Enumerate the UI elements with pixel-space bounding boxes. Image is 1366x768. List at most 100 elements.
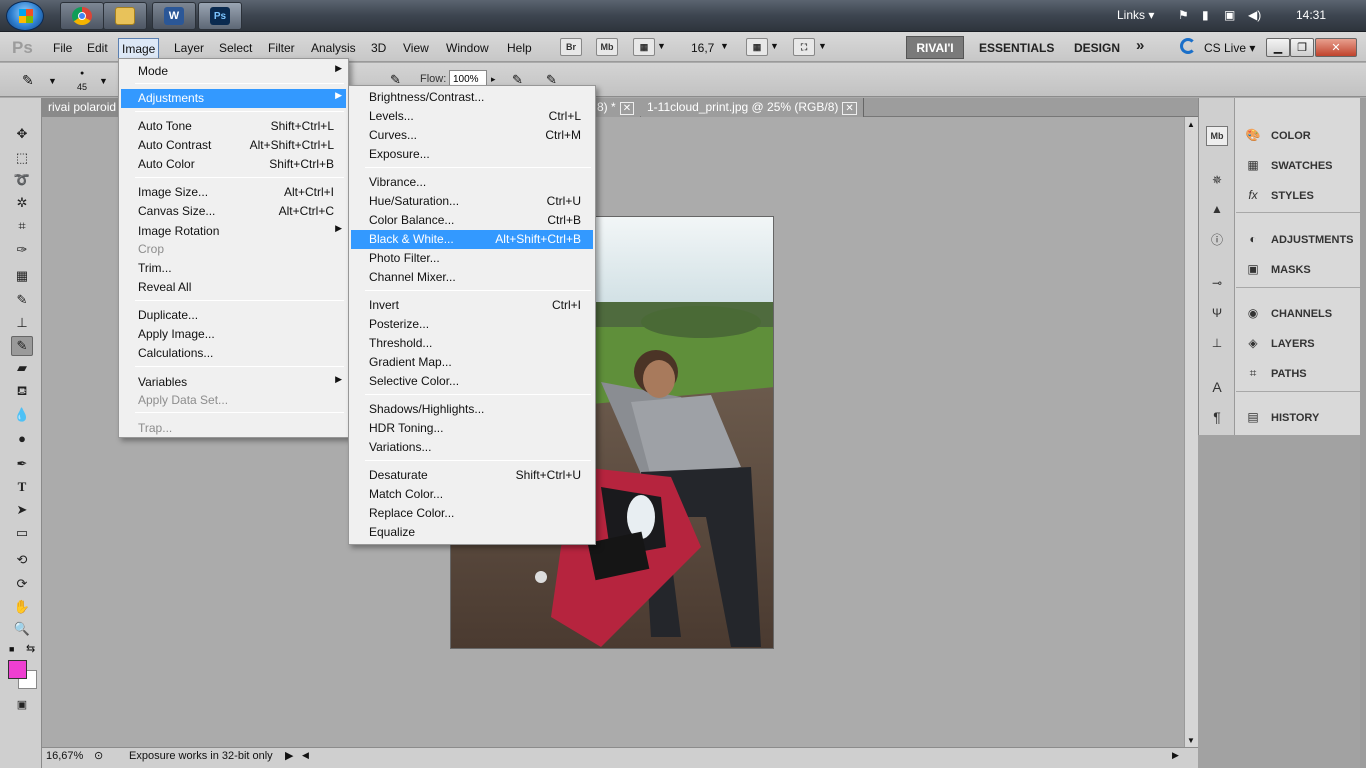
menu-item-auto-contrast[interactable]: Auto Contrast Alt+Shift+Ctrl+L: [121, 136, 346, 155]
swatches-panel-icon[interactable]: ▦: [1244, 157, 1262, 173]
zoom-level[interactable]: 16,7: [691, 41, 714, 55]
menu-3d[interactable]: 3D: [369, 41, 388, 55]
extras-button[interactable]: ▦: [633, 38, 655, 56]
styles-panel-icon[interactable]: fx: [1244, 187, 1262, 203]
clone-source-icon[interactable]: ⊥: [1206, 333, 1228, 353]
battery-icon[interactable]: ▮: [1202, 8, 1209, 22]
menu-item-selective-color[interactable]: Selective Color...: [351, 372, 593, 391]
hand-tool-icon[interactable]: ✋: [11, 597, 33, 617]
blur-tool-icon[interactable]: 💧: [11, 405, 33, 425]
menu-item-auto-tone[interactable]: Auto Tone Shift+Ctrl+L: [121, 117, 346, 136]
tab-cloud-print[interactable]: 1-11cloud_print.jpg @ 25% (RGB/8) ✕: [641, 98, 864, 117]
scroll-up-icon[interactable]: ▲: [1187, 120, 1195, 129]
history-brush-icon[interactable]: ✎: [11, 336, 33, 356]
healing-brush-icon[interactable]: ▦: [11, 266, 33, 286]
minimize-button[interactable]: ▁: [1266, 38, 1290, 57]
menu-analysis[interactable]: Analysis: [309, 41, 358, 55]
histogram-icon[interactable]: ▲: [1206, 199, 1228, 219]
status-zoom[interactable]: 16,67%: [46, 750, 83, 762]
menu-item-levels[interactable]: Levels... Ctrl+L: [351, 107, 593, 126]
foreground-color-swatch[interactable]: [8, 660, 27, 679]
start-orb-icon[interactable]: [6, 1, 44, 31]
menu-item-mode[interactable]: Mode ▶: [121, 62, 346, 81]
arrange-documents-button[interactable]: ▦: [746, 38, 768, 56]
menu-item-channel-mixer[interactable]: Channel Mixer...: [351, 268, 593, 287]
menu-item-variables[interactable]: Variables ▶: [121, 373, 346, 392]
cs-live-icon[interactable]: [1180, 38, 1196, 54]
menu-filter[interactable]: Filter: [266, 41, 297, 55]
menu-item-duplicate[interactable]: Duplicate...: [121, 306, 346, 325]
menu-help[interactable]: Help: [505, 41, 534, 55]
screen-mode-button[interactable]: ⛶: [793, 38, 815, 56]
chevron-down-icon[interactable]: ▼: [720, 41, 729, 51]
cs-live-button[interactable]: CS Live ▾: [1204, 41, 1255, 55]
scroll-right-icon[interactable]: ▶: [1172, 750, 1179, 761]
scroll-down-icon[interactable]: ▼: [1187, 736, 1195, 745]
lasso-tool-icon[interactable]: ➰: [11, 170, 33, 190]
default-colors-icon[interactable]: ■: [9, 644, 14, 654]
menu-item-invert[interactable]: Invert Ctrl+I: [351, 296, 593, 315]
chevron-down-icon[interactable]: ▼: [657, 41, 666, 51]
menu-edit[interactable]: Edit: [85, 41, 110, 55]
clone-stamp-icon[interactable]: ⊥: [11, 313, 33, 333]
channels-panel-icon[interactable]: ◉: [1244, 305, 1262, 321]
links-toolbar[interactable]: Links ▾: [1117, 8, 1154, 22]
menu-select[interactable]: Select: [217, 41, 254, 55]
eraser-icon[interactable]: ▰: [11, 358, 33, 378]
restore-button[interactable]: ❐: [1290, 38, 1314, 57]
menu-item-canvas-size[interactable]: Canvas Size... Alt+Ctrl+C: [121, 202, 346, 221]
menu-item-photo-filter[interactable]: Photo Filter...: [351, 249, 593, 268]
brush-tool-icon[interactable]: ✎: [11, 290, 33, 310]
menu-file[interactable]: File: [51, 41, 74, 55]
menu-item-desaturate[interactable]: Desaturate Shift+Ctrl+U: [351, 466, 593, 485]
menu-view[interactable]: View: [401, 41, 431, 55]
network-icon[interactable]: ▣: [1224, 8, 1235, 22]
close-button[interactable]: ✕: [1315, 38, 1357, 57]
zoom-tool-icon[interactable]: 🔍: [11, 619, 33, 639]
volume-icon[interactable]: ◀): [1248, 8, 1261, 22]
mini-bridge-icon[interactable]: Mb: [1206, 126, 1228, 146]
menu-item-image-rotation[interactable]: Image Rotation ▶: [121, 222, 346, 241]
panel-color[interactable]: COLOR: [1271, 130, 1311, 142]
menu-item-exposure[interactable]: Exposure...: [351, 145, 593, 164]
dodge-tool-icon[interactable]: ●: [11, 428, 33, 448]
menu-image[interactable]: Image: [118, 38, 160, 60]
more-workspaces-icon[interactable]: »: [1136, 37, 1144, 54]
status-arrow-icon[interactable]: ▶: [285, 749, 293, 762]
menu-item-black-white[interactable]: Black & White... Alt+Shift+Ctrl+B: [351, 230, 593, 249]
panel-layers[interactable]: LAYERS: [1271, 338, 1315, 350]
menu-item-vibrance[interactable]: Vibrance...: [351, 173, 593, 192]
menu-window[interactable]: Window: [444, 41, 491, 55]
close-icon[interactable]: ✕: [619, 102, 635, 115]
close-icon[interactable]: ✕: [842, 102, 857, 115]
color-panel-icon[interactable]: 🎨: [1244, 127, 1262, 143]
shape-tool-icon[interactable]: ▭: [11, 523, 33, 543]
swap-colors-icon[interactable]: ⇆: [26, 642, 35, 655]
panel-channels[interactable]: CHANNELS: [1271, 308, 1332, 320]
move-tool-icon[interactable]: ✥: [11, 124, 33, 144]
workspace-essentials[interactable]: ESSENTIALS: [979, 41, 1054, 55]
chevron-down-icon[interactable]: ▼: [770, 41, 779, 51]
type-tool-icon[interactable]: T: [11, 477, 33, 497]
brushes-icon[interactable]: Ψ: [1206, 303, 1228, 323]
history-panel-icon[interactable]: ▤: [1244, 409, 1262, 425]
character-icon[interactable]: A: [1206, 377, 1228, 397]
menu-item-replace-color[interactable]: Replace Color...: [351, 504, 593, 523]
menu-item-threshold[interactable]: Threshold...: [351, 334, 593, 353]
chevron-down-icon[interactable]: ▼: [818, 41, 827, 51]
clock[interactable]: 14:31: [1296, 8, 1326, 22]
workspace-design[interactable]: DESIGN: [1074, 41, 1120, 55]
brush-size[interactable]: 45: [77, 82, 87, 92]
menu-item-reveal-all[interactable]: Reveal All: [121, 278, 346, 297]
navigator-icon[interactable]: ✵: [1206, 170, 1228, 190]
bridge-button[interactable]: Br: [560, 38, 582, 56]
tool-preset-icon[interactable]: ✎: [22, 72, 34, 89]
menu-item-image-size[interactable]: Image Size... Alt+Ctrl+I: [121, 183, 346, 202]
path-select-icon[interactable]: ➤: [11, 500, 33, 520]
chrome-taskbar-button[interactable]: [60, 2, 104, 30]
chevron-down-icon[interactable]: ▼: [99, 76, 108, 86]
status-menu-icon[interactable]: ⊙: [94, 749, 103, 762]
chevron-down-icon[interactable]: ▼: [48, 76, 57, 86]
flag-icon[interactable]: ⚑: [1178, 8, 1189, 22]
info-icon[interactable]: ⓘ: [1206, 229, 1228, 249]
